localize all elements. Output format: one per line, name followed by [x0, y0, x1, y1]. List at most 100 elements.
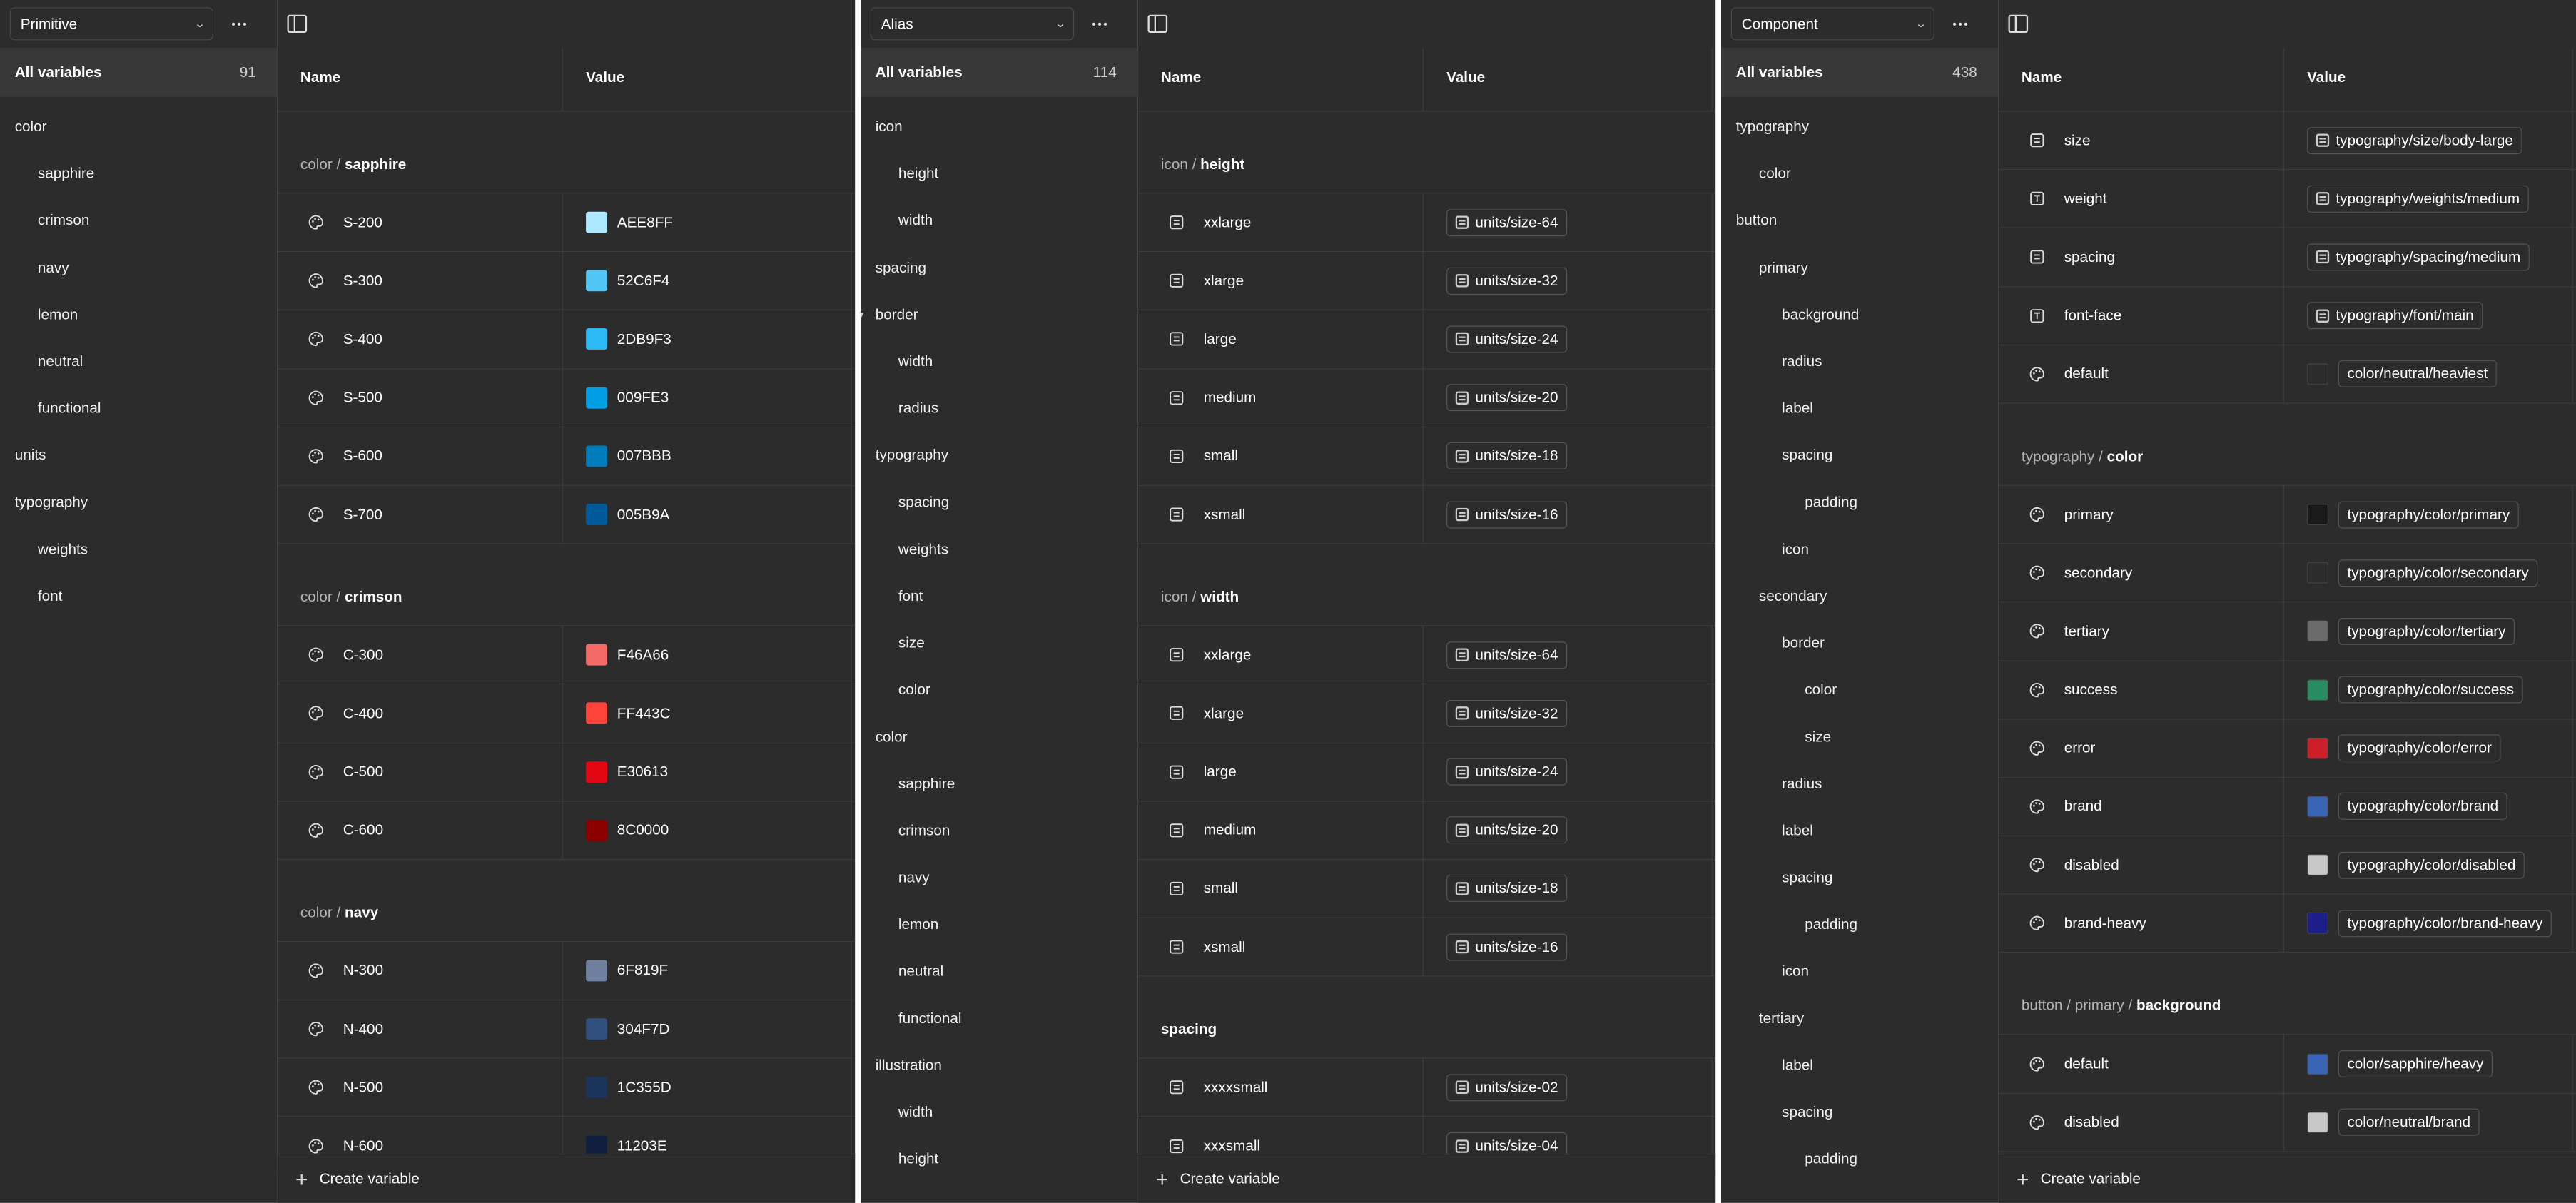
alias-pill[interactable]: units/size-18 — [1446, 875, 1568, 903]
color-swatch[interactable] — [2307, 504, 2328, 526]
alias-pill[interactable]: typography/color/brand-heavy — [2338, 910, 2552, 938]
sidebar-group-item[interactable]: weights — [0, 526, 278, 573]
color-swatch[interactable] — [586, 211, 607, 233]
color-swatch[interactable] — [586, 387, 607, 409]
variable-name-cell[interactable]: xxlarge — [1138, 193, 1424, 252]
sidebar-group-item[interactable]: padding — [1721, 479, 1999, 526]
sidebar-group-item[interactable]: sapphire — [0, 151, 278, 198]
sidebar-group-item[interactable]: height — [861, 1136, 1138, 1183]
variable-name-cell[interactable]: S-700 — [278, 485, 563, 544]
variable-value-cell[interactable]: units/size-20 — [1424, 368, 1713, 427]
variable-row[interactable]: large units/size-24 — [1137, 743, 1716, 802]
variable-value-cell[interactable]: AEE8FF — [563, 193, 852, 252]
variable-value-cell[interactable]: units/size-32 — [1424, 252, 1713, 310]
variable-value-cell[interactable]: 009FE3 — [563, 368, 852, 427]
more-options-icon[interactable]: ••• — [231, 18, 248, 29]
create-variable-button[interactable]: + Create variable — [277, 1153, 856, 1203]
alias-pill[interactable]: color/sapphire/heavy — [2338, 1050, 2493, 1077]
variable-row[interactable]: large units/size-24 — [1137, 310, 1716, 369]
caret-down-icon[interactable]: ▾ — [861, 309, 864, 320]
variable-name-cell[interactable]: C-300 — [278, 626, 563, 684]
sidebar-group-item[interactable]: label — [1721, 385, 1999, 432]
variable-row[interactable]: disabled color/neutral/brand — [1998, 1093, 2576, 1152]
variable-name-cell[interactable]: medium — [1138, 801, 1424, 859]
color-swatch[interactable] — [2307, 363, 2328, 385]
variable-name-cell[interactable]: N-300 — [278, 942, 563, 1000]
more-options-icon[interactable]: ••• — [1092, 18, 1109, 29]
variable-value-cell[interactable]: typography/weights/medium — [2284, 170, 2573, 228]
color-swatch[interactable] — [586, 1018, 607, 1040]
sidebar-group-item[interactable]: typography — [1721, 103, 1999, 151]
variable-row[interactable]: xxlarge units/size-64 — [1137, 626, 1716, 685]
sidebar-group-item[interactable]: padding — [1721, 901, 1999, 948]
sidebar-group-item[interactable]: spacing — [1721, 432, 1999, 479]
alias-pill[interactable]: typography/color/primary — [2338, 501, 2519, 529]
variable-value-cell[interactable]: units/size-16 — [1424, 485, 1713, 544]
alias-pill[interactable]: units/size-64 — [1446, 641, 1568, 669]
alias-pill[interactable]: typography/color/success — [2338, 676, 2523, 704]
sidebar-group-item[interactable]: width — [861, 197, 1138, 244]
sidebar-group-item[interactable]: radius — [1721, 338, 1999, 385]
variable-name-cell[interactable]: font-face — [1999, 286, 2284, 345]
variable-row[interactable]: C-400 FF443C — [277, 684, 856, 743]
alias-pill[interactable]: typography/color/tertiary — [2338, 617, 2515, 645]
color-swatch[interactable] — [586, 960, 607, 982]
sidebar-group-item[interactable]: width — [861, 338, 1138, 385]
variable-row[interactable]: xsmall units/size-16 — [1137, 485, 1716, 544]
sidebar-toggle-icon[interactable] — [287, 14, 308, 33]
variable-value-cell[interactable]: typography/color/tertiary — [2284, 602, 2573, 661]
sidebar-group-item[interactable]: neutral — [0, 338, 278, 385]
variable-row[interactable]: xsmall units/size-16 — [1137, 918, 1716, 977]
sidebar-group-item[interactable]: lemon — [861, 901, 1138, 948]
variable-name-cell[interactable]: C-400 — [278, 684, 563, 743]
variable-row[interactable]: S-500 009FE3 — [277, 368, 856, 427]
sidebar-group-item[interactable]: spacing — [1721, 854, 1999, 901]
variable-row[interactable]: default color/neutral/heaviest — [1998, 345, 2576, 404]
variable-value-cell[interactable]: E30613 — [563, 743, 852, 801]
color-swatch[interactable] — [586, 328, 607, 350]
variable-value-cell[interactable]: units/size-64 — [1424, 626, 1713, 684]
variable-row[interactable]: xlarge units/size-32 — [1137, 252, 1716, 311]
variable-row[interactable]: success typography/color/success — [1998, 661, 2576, 720]
variable-row[interactable]: medium units/size-20 — [1137, 368, 1716, 427]
variable-value-cell[interactable]: color/neutral/brand — [2284, 1093, 2573, 1152]
variable-row[interactable]: error typography/color/error — [1998, 719, 2576, 778]
alias-pill[interactable]: typography/color/error — [2338, 734, 2501, 762]
alias-pill[interactable]: units/size-02 — [1446, 1074, 1568, 1102]
sidebar-group-item[interactable]: navy — [0, 244, 278, 291]
sidebar-group-item[interactable]: padding — [1721, 1136, 1999, 1183]
sidebar-group-item[interactable]: primary — [1721, 244, 1999, 291]
variable-row[interactable]: default color/sapphire/heavy — [1998, 1035, 2576, 1094]
variable-name-cell[interactable]: large — [1138, 310, 1424, 368]
variable-value-cell[interactable]: typography/size/body-large — [2284, 111, 2573, 170]
sidebar-group-item[interactable]: radius — [861, 385, 1138, 432]
variable-row[interactable]: medium units/size-20 — [1137, 801, 1716, 861]
sidebar-group-item[interactable]: sapphire — [861, 761, 1138, 808]
color-swatch[interactable] — [586, 702, 607, 724]
sidebar-group-item[interactable]: spacing — [861, 479, 1138, 526]
variable-row[interactable]: xxlarge units/size-64 — [1137, 193, 1716, 253]
create-variable-button[interactable]: + Create variable — [1137, 1153, 1716, 1203]
more-options-icon[interactable]: ••• — [1952, 18, 1969, 29]
variable-value-cell[interactable]: typography/color/brand — [2284, 778, 2573, 836]
sidebar-group-item[interactable]: crimson — [0, 197, 278, 244]
alias-pill[interactable]: typography/color/secondary — [2338, 559, 2538, 587]
sidebar-toggle-icon[interactable] — [1147, 14, 1168, 33]
variable-row[interactable]: xlarge units/size-32 — [1137, 684, 1716, 743]
variable-value-cell[interactable]: units/size-20 — [1424, 801, 1713, 859]
variable-name-cell[interactable]: xsmall — [1138, 918, 1424, 976]
variable-value-cell[interactable]: color/neutral/heaviest — [2284, 345, 2573, 403]
variable-value-cell[interactable]: F46A66 — [563, 626, 852, 684]
variable-name-cell[interactable]: xlarge — [1138, 252, 1424, 310]
collection-select[interactable]: Primitive ⌄ — [9, 7, 214, 41]
variable-name-cell[interactable]: small — [1138, 427, 1424, 485]
variable-value-cell[interactable]: 304F7D — [563, 1000, 852, 1058]
sidebar-group-item[interactable]: height — [861, 151, 1138, 198]
variable-row[interactable]: brand-heavy typography/color/brand-heavy — [1998, 894, 2576, 953]
variable-row[interactable]: xxxxsmall units/size-02 — [1137, 1058, 1716, 1117]
color-swatch[interactable] — [586, 504, 607, 526]
all-variables-item[interactable]: All variables 114 — [861, 47, 1138, 97]
alias-pill[interactable]: color/neutral/brand — [2338, 1108, 2480, 1136]
variable-value-cell[interactable]: 2DB9F3 — [563, 310, 852, 368]
variable-value-cell[interactable]: 52C6F4 — [563, 252, 852, 310]
